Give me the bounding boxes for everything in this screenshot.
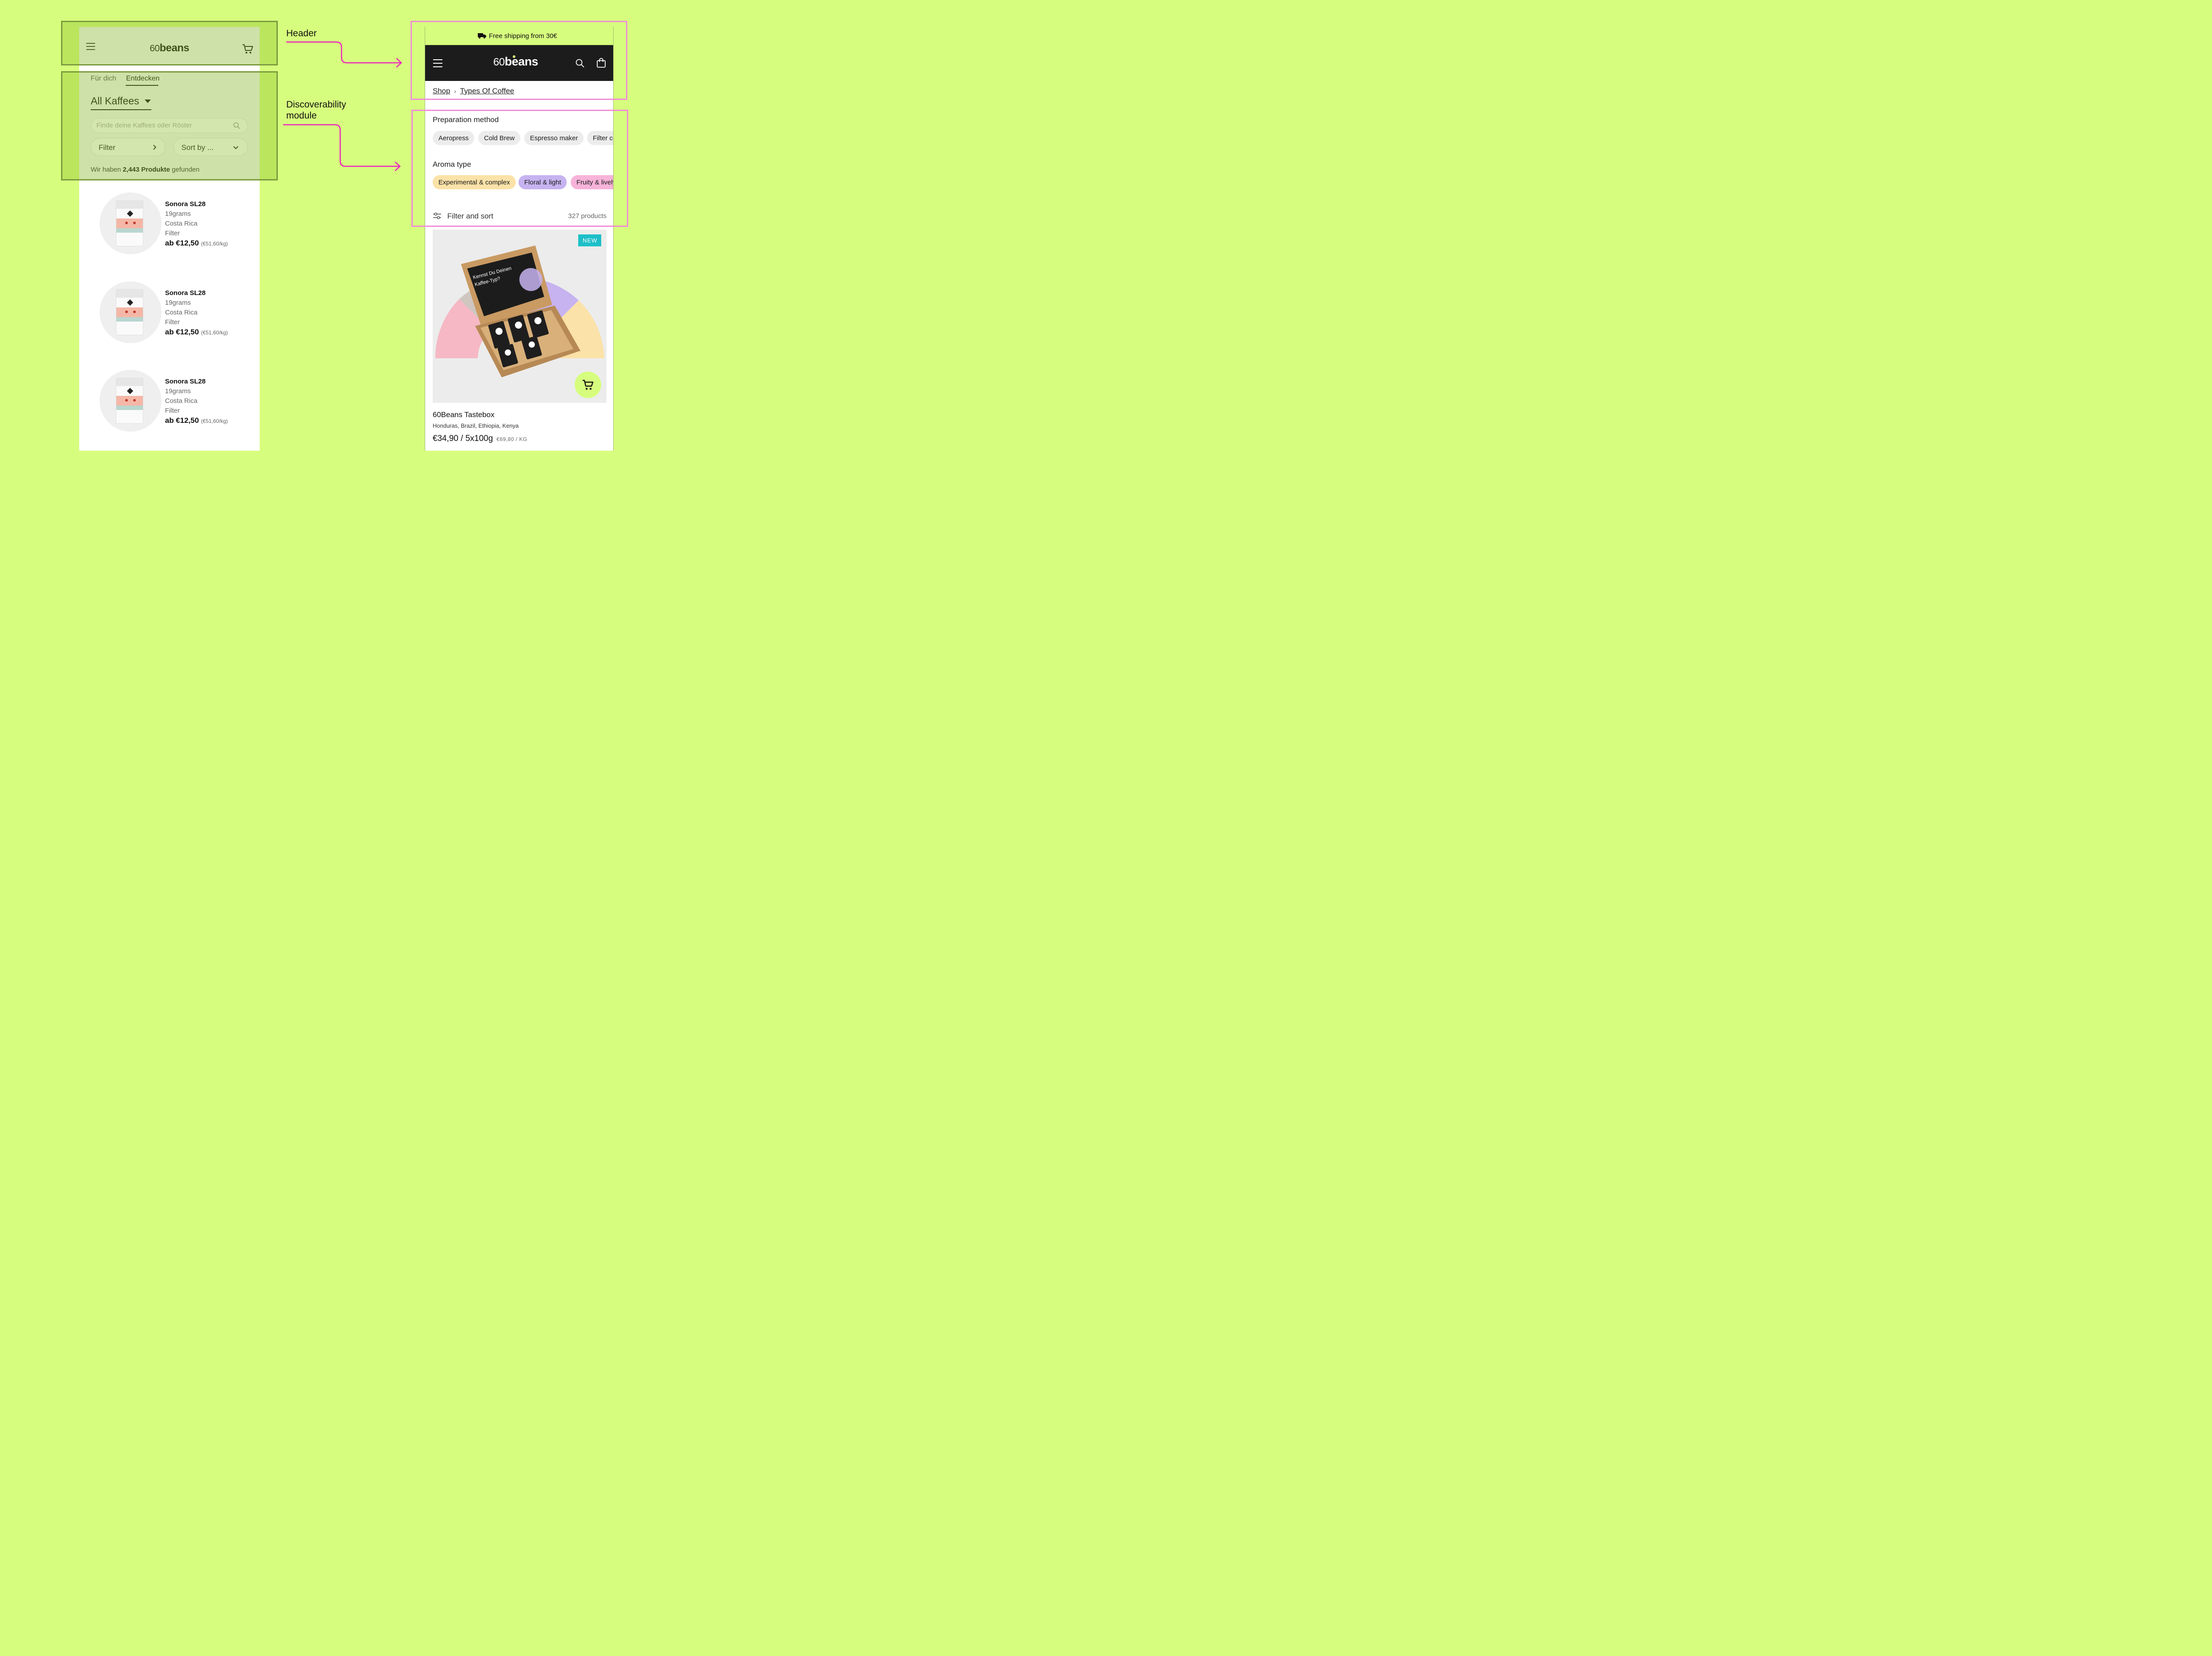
price-value: €34,90 / 5x100g xyxy=(433,434,493,443)
featured-product-name[interactable]: 60Beans Tastebox xyxy=(433,410,495,419)
cart-icon xyxy=(583,380,594,390)
discoverability-highlight-box xyxy=(411,110,628,227)
add-to-cart-button[interactable] xyxy=(575,372,601,398)
discoverability-arrow xyxy=(283,124,399,167)
header-arrow xyxy=(286,41,400,64)
new-badge: NEW xyxy=(578,234,601,246)
header-highlight-box xyxy=(411,21,627,100)
featured-product-origins: Honduras, Brazil, Ethiopia, Kenya xyxy=(433,422,519,429)
featured-product-price: €34,90 / 5x100g €69,80 / KG xyxy=(433,434,527,444)
unit-price: €69,80 / KG xyxy=(496,436,527,442)
product-card-image[interactable]: Kennst Du Deinen Kaffee-Typ? NEW xyxy=(433,230,607,403)
